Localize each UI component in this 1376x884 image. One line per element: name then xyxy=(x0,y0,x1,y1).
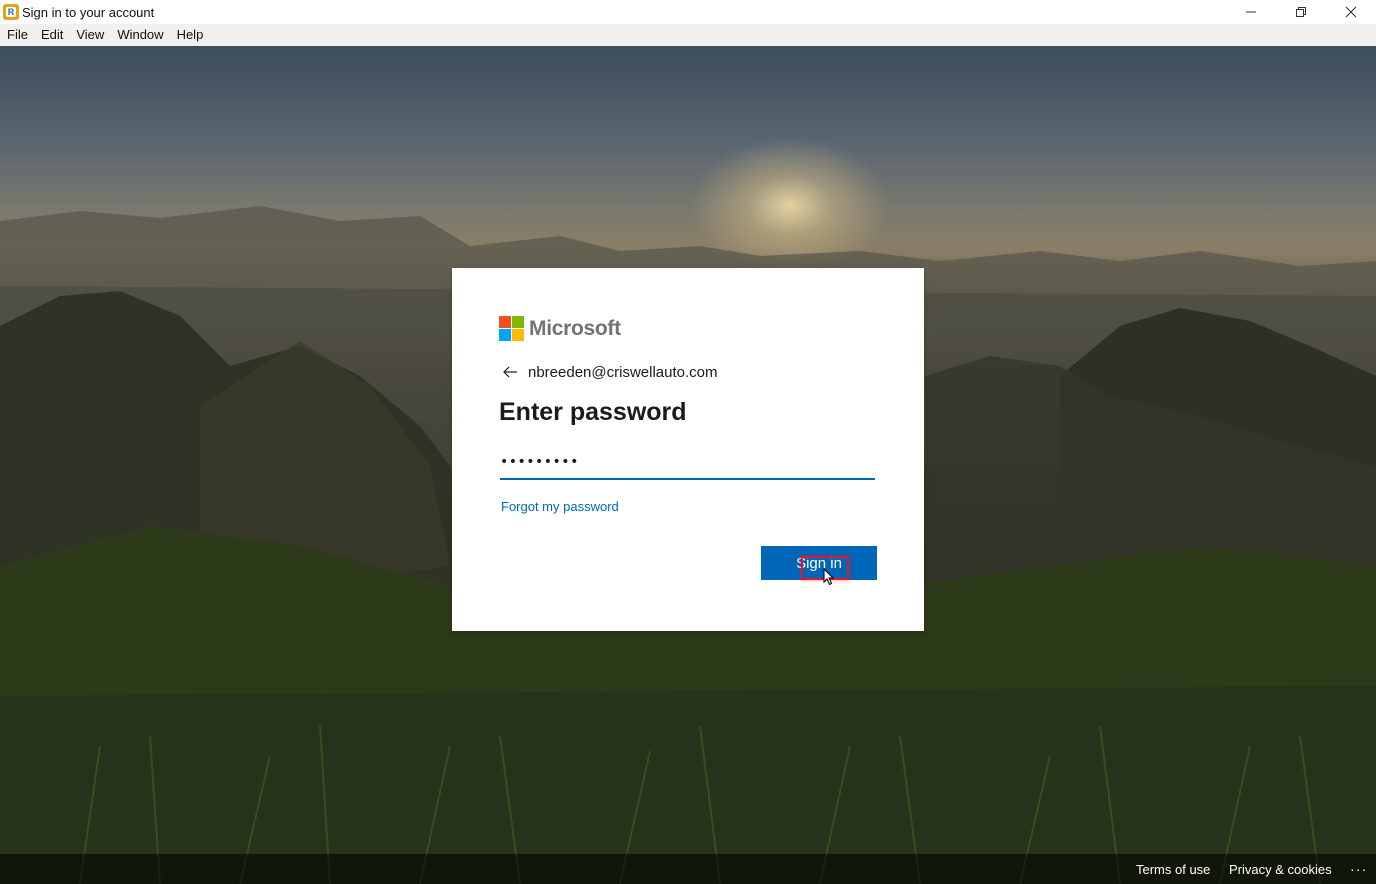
restore-button[interactable] xyxy=(1276,0,1326,24)
app-icon-letter: R xyxy=(6,7,16,17)
microsoft-logo-icon xyxy=(499,316,524,341)
password-input[interactable]: ••••••••• xyxy=(500,446,875,480)
logo-square-blue xyxy=(499,329,511,341)
logo-text: Microsoft xyxy=(529,316,621,340)
password-value: ••••••••• xyxy=(500,454,579,470)
forgot-password-link[interactable]: Forgot my password xyxy=(501,499,619,514)
menu-file[interactable]: File xyxy=(0,24,34,46)
more-options-button[interactable]: ... xyxy=(1350,858,1368,874)
microsoft-logo: Microsoft xyxy=(499,316,621,341)
title-bar: R Sign in to your account xyxy=(0,0,1376,24)
logo-square-green xyxy=(512,316,524,328)
account-email: nbreeden@criswellauto.com xyxy=(528,363,718,381)
close-button[interactable] xyxy=(1326,0,1376,24)
menu-window[interactable]: Window xyxy=(110,24,169,46)
terms-of-use-link[interactable]: Terms of use xyxy=(1136,862,1210,877)
footer-bar: Terms of use Privacy & cookies ... xyxy=(0,854,1376,884)
logo-square-yellow xyxy=(512,329,524,341)
menu-view[interactable]: View xyxy=(69,24,110,46)
menu-help[interactable]: Help xyxy=(170,24,210,46)
sign-in-card: Microsoft nbreeden@criswellauto.com Ente… xyxy=(452,268,924,631)
app-window: R Sign in to your account File Edit View… xyxy=(0,0,1376,884)
window-title: Sign in to your account xyxy=(22,4,155,20)
restore-icon xyxy=(1296,7,1306,17)
close-icon xyxy=(1345,6,1357,18)
app-icon: R xyxy=(3,4,19,20)
identity-banner[interactable]: nbreeden@criswellauto.com xyxy=(502,362,718,382)
menu-edit[interactable]: Edit xyxy=(34,24,69,46)
menu-bar: File Edit View Window Help xyxy=(0,24,1376,46)
page-title: Enter password xyxy=(499,398,687,426)
minimize-icon xyxy=(1246,11,1256,13)
window-controls xyxy=(1226,0,1376,24)
mouse-cursor-icon xyxy=(823,568,835,586)
back-arrow-icon[interactable] xyxy=(502,362,524,382)
privacy-cookies-link[interactable]: Privacy & cookies xyxy=(1229,862,1332,877)
minimize-button[interactable] xyxy=(1226,0,1276,24)
logo-square-red xyxy=(499,316,511,328)
